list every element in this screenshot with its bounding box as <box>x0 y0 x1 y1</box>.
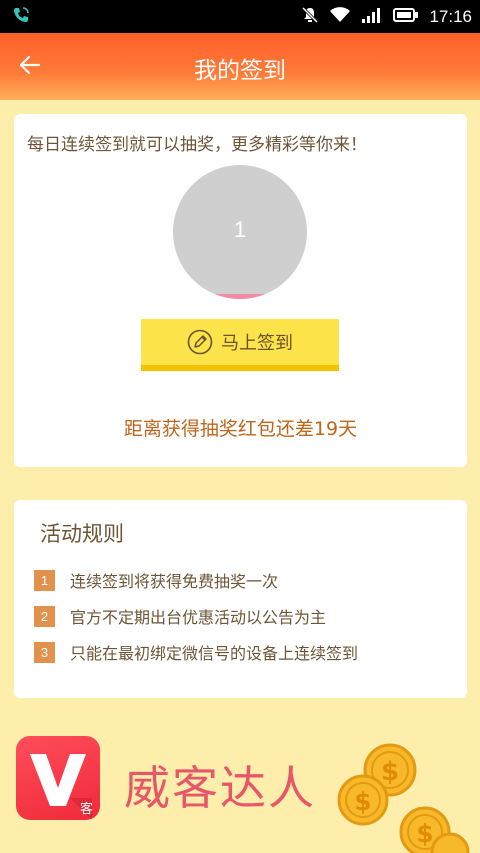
rules-list: 1 连续签到将获得免费抽奖一次 2 官方不定期出台优惠活动以公告为主 3 只能在… <box>34 562 358 670</box>
promo-text: 每日连续签到就可以抽奖，更多精彩等你来！ <box>27 135 367 155</box>
remaining-days-text: 距离获得抽奖红包还差19天 <box>123 418 358 440</box>
dollar-coins-icon: $ $ $ <box>330 740 480 853</box>
notification-muted-icon <box>301 6 319 28</box>
logo-glyph: 客 <box>80 801 93 817</box>
status-bar: 17:16 <box>0 0 480 33</box>
status-time: 17:16 <box>429 6 472 26</box>
app-logo: 客 <box>16 736 100 820</box>
rule-item: 1 连续签到将获得免费抽奖一次 <box>34 562 358 598</box>
rule-number-badge: 2 <box>34 605 55 627</box>
rule-number-badge: 1 <box>34 569 55 591</box>
wifi-icon <box>329 6 351 28</box>
checkin-button[interactable]: 马上签到 <box>141 319 339 371</box>
rule-item: 2 官方不定期出台优惠活动以公告为主 <box>34 598 358 634</box>
svg-text:$: $ <box>416 819 433 848</box>
footer-branding: 客 威客达人 $ $ $ <box>0 700 480 853</box>
signal-icon <box>361 7 383 27</box>
app-header: 我的签到 <box>0 33 480 100</box>
battery-icon <box>393 7 419 27</box>
streak-count: 1 <box>233 217 247 242</box>
rule-text: 官方不定期出台优惠活动以公告为主 <box>70 608 327 627</box>
pencil-icon <box>187 329 213 355</box>
rules-card: 活动规则 1 连续签到将获得免费抽奖一次 2 官方不定期出台优惠活动以公告为主 … <box>14 500 467 698</box>
streak-progress-fill <box>173 294 307 299</box>
checkin-button-label: 马上签到 <box>221 333 293 354</box>
rule-number-badge: 3 <box>34 641 55 663</box>
page-title: 我的签到 <box>194 58 286 84</box>
svg-text:$: $ <box>381 757 399 787</box>
brand-name: 威客达人 <box>124 761 316 815</box>
svg-text:$: $ <box>354 787 371 816</box>
rules-title: 活动规则 <box>40 522 124 546</box>
rule-text: 连续签到将获得免费抽奖一次 <box>70 572 279 591</box>
checkin-card: 每日连续签到就可以抽奖，更多精彩等你来！ 1 马上签到 距离获得抽奖红包还差19… <box>14 114 467 467</box>
rule-item: 3 只能在最初绑定微信号的设备上连续签到 <box>34 634 358 670</box>
phone-call-icon <box>12 6 30 28</box>
streak-progress-circle: 1 <box>173 165 307 299</box>
rule-text: 只能在最初绑定微信号的设备上连续签到 <box>70 644 359 663</box>
